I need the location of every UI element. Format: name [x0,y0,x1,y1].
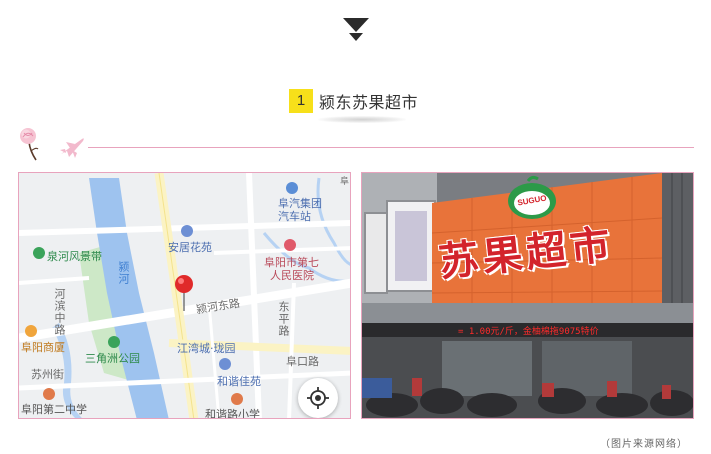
map-label-hexie-garden: 和谐佳苑 [217,375,261,388]
map-label-hexie-primary: 和谐路小学 [205,408,260,419]
location-map[interactable]: 阜汽集团 汽车站 阜 安居花苑 阜阳市第七 人民医院 泉河风景带 颍河 颍河东路… [18,172,351,419]
map-label-fukou-road: 阜口路 [286,355,319,368]
bus-station-poi-icon [286,182,298,194]
residential-poi-icon [181,225,193,237]
locate-me-button[interactable] [298,378,338,418]
scenic-poi-icon [33,247,45,259]
rose-flower-icon [20,128,39,161]
double-chevron-down-icon [343,18,369,41]
location-pin-icon [175,275,193,311]
crosshair-icon [307,387,329,409]
map-label-east-road: 东平路 [277,301,290,337]
map-label-hebin-road: 河滨中路 [53,288,66,336]
school-poi-icon [43,388,55,400]
residential-poi-icon [219,358,231,370]
map-label-anju-garden: 安居花苑 [168,241,212,254]
led-ticker: = 1.00元/斤，金柚棉拖9075特价 [458,327,599,337]
section-number-badge: 1 [289,89,313,113]
map-label-sanjiaozhou-park: 三角洲公园 [85,352,140,365]
map-label-no2-middle-school: 阜阳第二中学 [21,403,87,416]
heading-underline-shadow [318,116,406,123]
map-label-hospital-line2: 人民医院 [270,269,314,282]
map-label-top-right: 阜 [340,177,350,187]
storefront-scene [362,173,693,418]
mall-poi-icon [25,325,37,337]
pink-divider-line [88,147,694,148]
map-label-suzhou-street: 苏州街 [31,368,64,381]
map-label-bus-station: 汽车站 [278,210,311,223]
school-poi-icon [231,393,243,405]
map-label-jiangwan-city: 江湾城·珑园 [177,342,236,355]
map-label-quanhe-scenic: 泉河风景带 [47,250,102,263]
image-source-caption: （图片来源网络） [600,439,688,450]
hospital-poi-icon [284,239,296,251]
park-poi-icon [108,336,120,348]
section-heading: 1 颍东苏果超市 [289,88,418,114]
map-label-ying-river: 颍河 [117,261,130,285]
section-title: 颍东苏果超市 [319,93,419,112]
airplane-icon [60,138,84,158]
map-label-fuyang-mall: 阜阳商厦 [21,341,65,354]
storefront-photo: SUGUO 苏果超市 = 1.00元/斤，金柚棉拖9075特价 [361,172,694,419]
